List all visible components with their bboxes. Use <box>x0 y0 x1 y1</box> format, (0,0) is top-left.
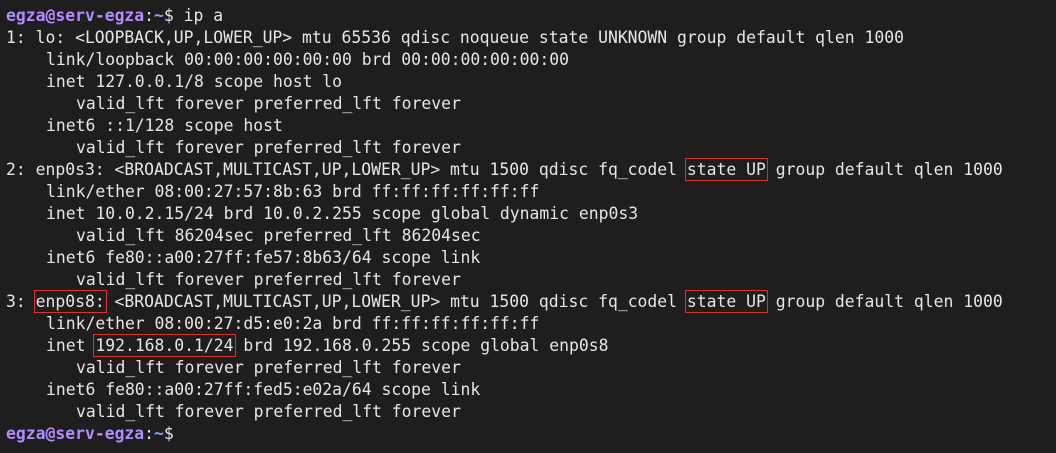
prompt-line-final[interactable]: egza@serv-egza:~$ <box>6 423 1050 445</box>
iface-lo-inet6-lifetime: valid_lft forever preferred_lft forever <box>76 138 461 157</box>
prompt-at: @ <box>45 6 56 25</box>
iface-enp0s3-inet6-lifetime: valid_lft forever preferred_lft forever <box>76 270 461 289</box>
iface-lo-link: link/loopback 00:00:00:00:00:00 brd 00:0… <box>46 50 570 69</box>
prompt-path: ~ <box>154 6 164 25</box>
iface-enp0s8-header-num: 3: <box>6 292 36 311</box>
terminal-window[interactable]: egza@serv-egza:~$ ip a 1: lo: <LOOPBACK,… <box>0 0 1056 453</box>
iface-enp0s8-inet-pre: inet <box>46 336 96 355</box>
iface-enp0s8-address-highlight: 192.168.0.1/24 <box>93 334 236 357</box>
iface-enp0s3-inet-lifetime: valid_lft 86204sec preferred_lft 86204se… <box>76 226 481 245</box>
prompt-colon: : <box>144 424 155 443</box>
iface-lo-inet: inet 127.0.0.1/8 scope host lo <box>46 72 343 91</box>
iface-enp0s3-header: 2: enp0s3: <BROADCAST,MULTICAST,UP,LOWER… <box>6 158 1050 181</box>
iface-enp0s8-header-mid: <BROADCAST,MULTICAST,UP,LOWER_UP> mtu 15… <box>104 292 687 311</box>
command-text: ip a <box>183 6 224 25</box>
prompt-dollar: $ <box>163 6 174 25</box>
prompt-line: egza@serv-egza:~$ ip a <box>6 5 1050 27</box>
iface-lo-header: 1: lo: <LOOPBACK,UP,LOWER_UP> mtu 65536 … <box>6 28 904 47</box>
prompt-host: serv-egza <box>55 424 145 443</box>
iface-enp0s3-state-highlight: state UP <box>684 158 768 181</box>
iface-enp0s3-inet: inet 10.0.2.15/24 brd 10.0.2.255 scope g… <box>46 204 639 223</box>
prompt-host: serv-egza <box>55 6 145 25</box>
prompt-colon: : <box>144 6 155 25</box>
prompt-user: egza <box>6 6 46 25</box>
iface-enp0s3-header-post: group default qlen 1000 <box>765 160 1003 179</box>
iface-enp0s8-inet6-lifetime: valid_lft forever preferred_lft forever <box>76 402 461 421</box>
iface-enp0s8-inet-post: brd 192.168.0.255 scope global enp0s8 <box>233 336 609 355</box>
prompt-at: @ <box>45 424 56 443</box>
iface-enp0s8-inet: inet 192.168.0.1/24 brd 192.168.0.255 sc… <box>6 334 1050 357</box>
iface-lo-inet6: inet6 ::1/128 scope host <box>46 116 283 135</box>
iface-enp0s3-inet6: inet6 fe80::a00:27ff:fe57:8b63/64 scope … <box>46 248 481 267</box>
iface-lo-inet-lifetime: valid_lft forever preferred_lft forever <box>76 94 461 113</box>
iface-enp0s8-state-highlight: state UP <box>684 290 768 313</box>
prompt-dollar: $ <box>163 424 174 443</box>
iface-enp0s8-name-highlight: enp0s8: <box>33 290 107 313</box>
iface-enp0s8-inet6: inet6 fe80::a00:27ff:fed5:e02a/64 scope … <box>46 380 481 399</box>
iface-enp0s3-link: link/ether 08:00:27:57:8b:63 brd ff:ff:f… <box>46 182 540 201</box>
iface-enp0s8-inet-lifetime: valid_lft forever preferred_lft forever <box>76 358 461 377</box>
iface-enp0s3-header-pre: 2: enp0s3: <BROADCAST,MULTICAST,UP,LOWER… <box>6 160 687 179</box>
iface-enp0s8-link: link/ether 08:00:27:d5:e0:2a brd ff:ff:f… <box>46 314 540 333</box>
prompt-path: ~ <box>154 424 164 443</box>
prompt-user: egza <box>6 424 46 443</box>
iface-enp0s8-header: 3: enp0s8: <BROADCAST,MULTICAST,UP,LOWER… <box>6 290 1050 313</box>
iface-enp0s8-header-post: group default qlen 1000 <box>765 292 1003 311</box>
